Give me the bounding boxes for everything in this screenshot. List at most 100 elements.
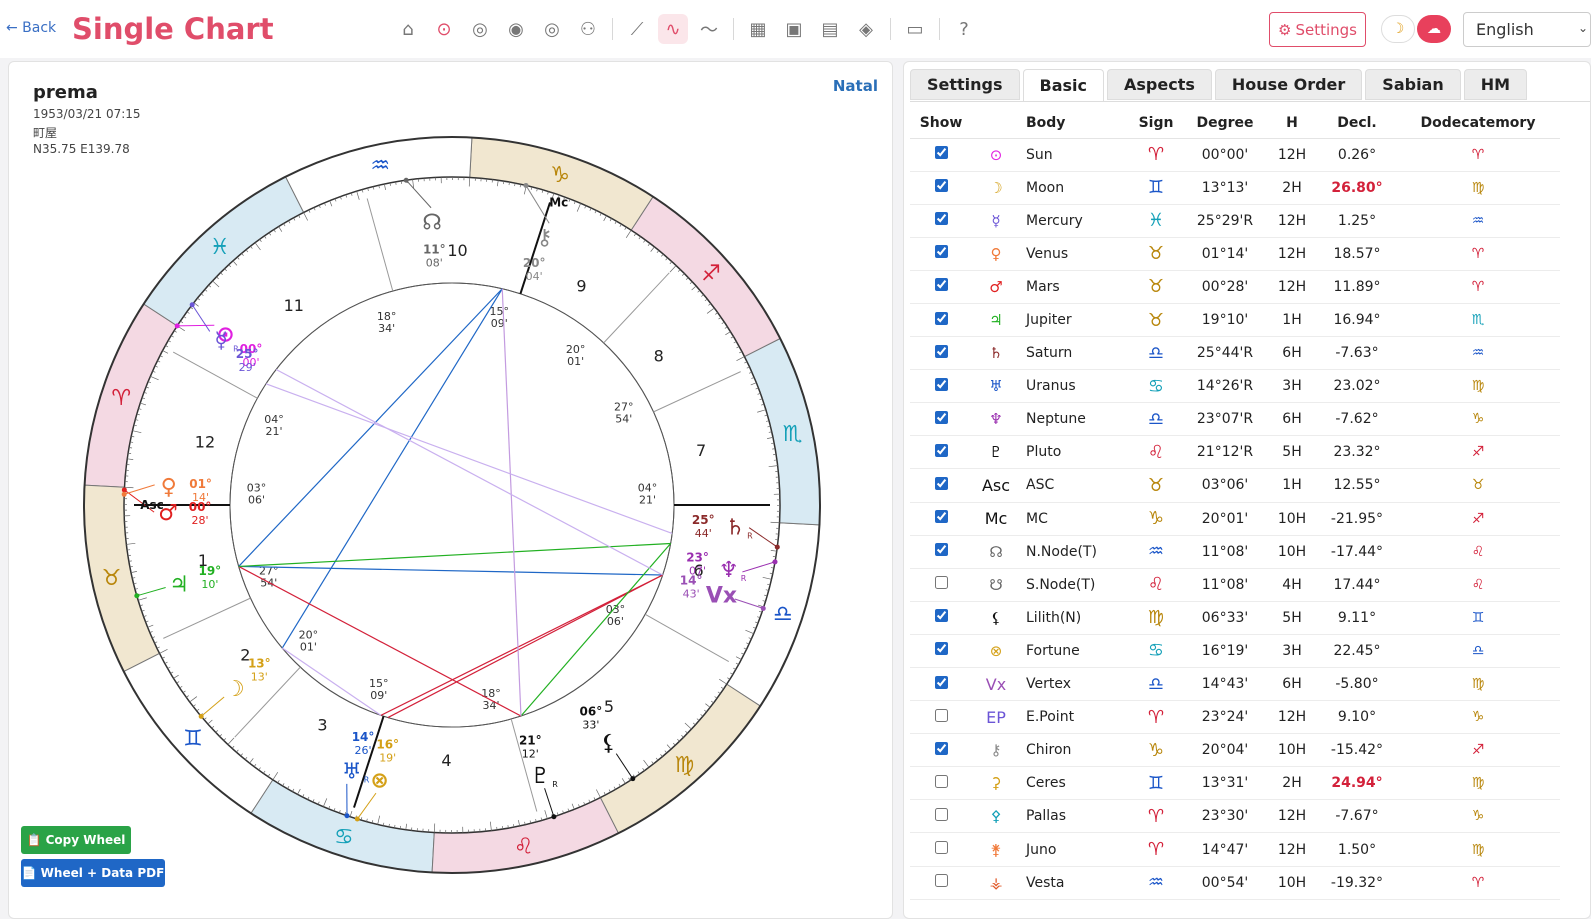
show-checkbox[interactable] (934, 774, 948, 788)
degree-cell: 23°24' (1184, 700, 1266, 735)
show-checkbox[interactable] (934, 245, 948, 259)
dodecatemory-glyph-icon: ♍ (1396, 766, 1560, 801)
copy-wheel-label: Copy Wheel (45, 833, 126, 847)
sign-glyph-icon: ♋ (1128, 369, 1184, 404)
help-icon[interactable]: ? (949, 14, 979, 44)
show-checkbox[interactable] (934, 708, 948, 722)
tab-settings[interactable]: Settings (910, 69, 1020, 100)
show-checkbox[interactable] (934, 410, 948, 424)
show-checkbox[interactable] (934, 807, 948, 821)
show-checkbox[interactable] (934, 874, 948, 888)
settings-button[interactable]: ⚙ Settings (1269, 12, 1366, 47)
column-header: Dodecatemory (1396, 108, 1560, 139)
show-checkbox[interactable] (934, 741, 948, 755)
sun-circle-icon[interactable]: ⊙ (429, 14, 459, 44)
language-select[interactable]: English ⌄ (1463, 12, 1591, 47)
tab-sabian[interactable]: Sabian (1365, 69, 1461, 100)
data-panel: Settings Basic Aspects House Order Sabian HM … (903, 61, 1591, 919)
tab-hm[interactable]: HM (1463, 69, 1528, 100)
wheel-pdf-button[interactable]: 📄 Wheel + Data PDF (21, 859, 165, 887)
tab-basic[interactable]: Basic (1022, 69, 1105, 102)
table-body: ⊙ Sun ♈ 00°00' 12H 0.26° ♈ ☽ Moon ♊ 13°13' 2H 26.80°… (910, 138, 1560, 900)
copy-wheel-button[interactable]: 📋 Copy Wheel (21, 826, 131, 854)
show-cell (910, 435, 972, 470)
show-checkbox[interactable] (934, 212, 948, 226)
show-checkbox[interactable] (934, 609, 948, 623)
cusp-minute: 21' (639, 493, 656, 506)
planet-dot (772, 559, 778, 565)
weather-button[interactable]: ☁ (1417, 15, 1451, 43)
show-checkbox[interactable] (934, 576, 948, 590)
show-checkbox[interactable] (934, 841, 948, 855)
body-name: E.Point (1020, 700, 1128, 735)
map-icon[interactable]: ▦ (743, 14, 773, 44)
body-glyph-icon: ⚴ (972, 799, 1020, 834)
house-cell: 4H (1266, 568, 1318, 602)
show-cell (910, 502, 972, 536)
degree-cell: 01°14' (1184, 237, 1266, 271)
nav-separator (890, 18, 891, 40)
body-glyph-icon: ☋ (972, 568, 1020, 602)
house-number: 12 (195, 433, 215, 452)
planet-pointer (177, 324, 215, 327)
body-name: Uranus (1020, 369, 1128, 404)
show-checkbox[interactable] (934, 476, 948, 490)
tab-house-order[interactable]: House Order (1214, 69, 1363, 100)
retrograde-marker: R (747, 532, 753, 541)
sign-glyph-icon: ♈ (1128, 700, 1184, 735)
planet-degree: 23° (686, 551, 709, 565)
show-checkbox[interactable] (934, 443, 948, 457)
show-checkbox[interactable] (934, 146, 948, 160)
degree-cell: 00°00' (1184, 138, 1266, 172)
house-cell: 12H (1266, 237, 1318, 271)
table-row: ⚶ Vesta ♒ 00°54' 10H -19.32° ♈ (910, 866, 1560, 900)
target-icon[interactable]: ◎ (537, 14, 567, 44)
compass-icon[interactable]: ◈ (851, 14, 881, 44)
planet-dot (189, 302, 195, 308)
calendar-icon[interactable]: ▣ (779, 14, 809, 44)
body-glyph-icon: ♂ (972, 270, 1020, 304)
degree-cell: 03°06' (1184, 468, 1266, 503)
concentric-circles-icon[interactable]: ◎ (465, 14, 495, 44)
dodecatemory-glyph-icon: ♐ (1396, 733, 1560, 768)
planet-glyph-icon: ⊗ (370, 769, 388, 794)
declination-cell: 18.57° (1318, 237, 1396, 271)
show-checkbox[interactable] (934, 543, 948, 557)
clipboard-icon[interactable]: ▭ (900, 14, 930, 44)
sign-glyph-icon: ♉ (1128, 303, 1184, 338)
double-ring-icon[interactable]: ◉ (501, 14, 531, 44)
show-checkbox[interactable] (934, 675, 948, 689)
show-checkbox[interactable] (934, 311, 948, 325)
line-chart-icon[interactable]: ⟋ (622, 14, 652, 44)
show-checkbox[interactable] (934, 344, 948, 358)
calendar-refresh-icon[interactable]: ▤ (815, 14, 845, 44)
sign-glyph-icon: ♒ (1128, 866, 1184, 900)
degree-cell: 00°54' (1184, 866, 1266, 900)
show-checkbox[interactable] (934, 179, 948, 193)
back-link[interactable]: ← Back (6, 20, 56, 36)
show-checkbox[interactable] (934, 377, 948, 391)
declination-cell: 17.44° (1318, 568, 1396, 602)
declination-cell: -7.67° (1318, 799, 1396, 834)
table-row: ⊙ Sun ♈ 00°00' 12H 0.26° ♈ (910, 138, 1560, 172)
show-checkbox[interactable] (934, 278, 948, 292)
sine-icon[interactable]: 〜 (694, 14, 724, 44)
degree-cell: 14°43' (1184, 667, 1266, 702)
wave-icon[interactable]: ∿ (658, 14, 688, 44)
home-icon[interactable]: ⌂ (393, 14, 423, 44)
theme-toggle-button[interactable]: ☽ (1381, 15, 1415, 43)
show-checkbox[interactable] (934, 642, 948, 656)
show-checkbox[interactable] (934, 510, 948, 524)
dodecatemory-glyph-icon: ♌ (1396, 568, 1560, 602)
dodecatemory-glyph-icon: ♌ (1396, 535, 1560, 569)
column-header (972, 108, 1020, 139)
sign-glyph-icon: ♌ (1128, 435, 1184, 470)
house-number: 4 (441, 751, 451, 770)
cusp-minute: 01' (567, 355, 584, 368)
body-glyph-icon: EP (972, 700, 1020, 735)
robot-icon[interactable]: ⚇ (573, 14, 603, 44)
cusp-minute: 21' (265, 425, 282, 438)
house-cell: 6H (1266, 402, 1318, 437)
planet-minute: 07' (689, 565, 706, 578)
tab-aspects[interactable]: Aspects (1107, 69, 1212, 100)
